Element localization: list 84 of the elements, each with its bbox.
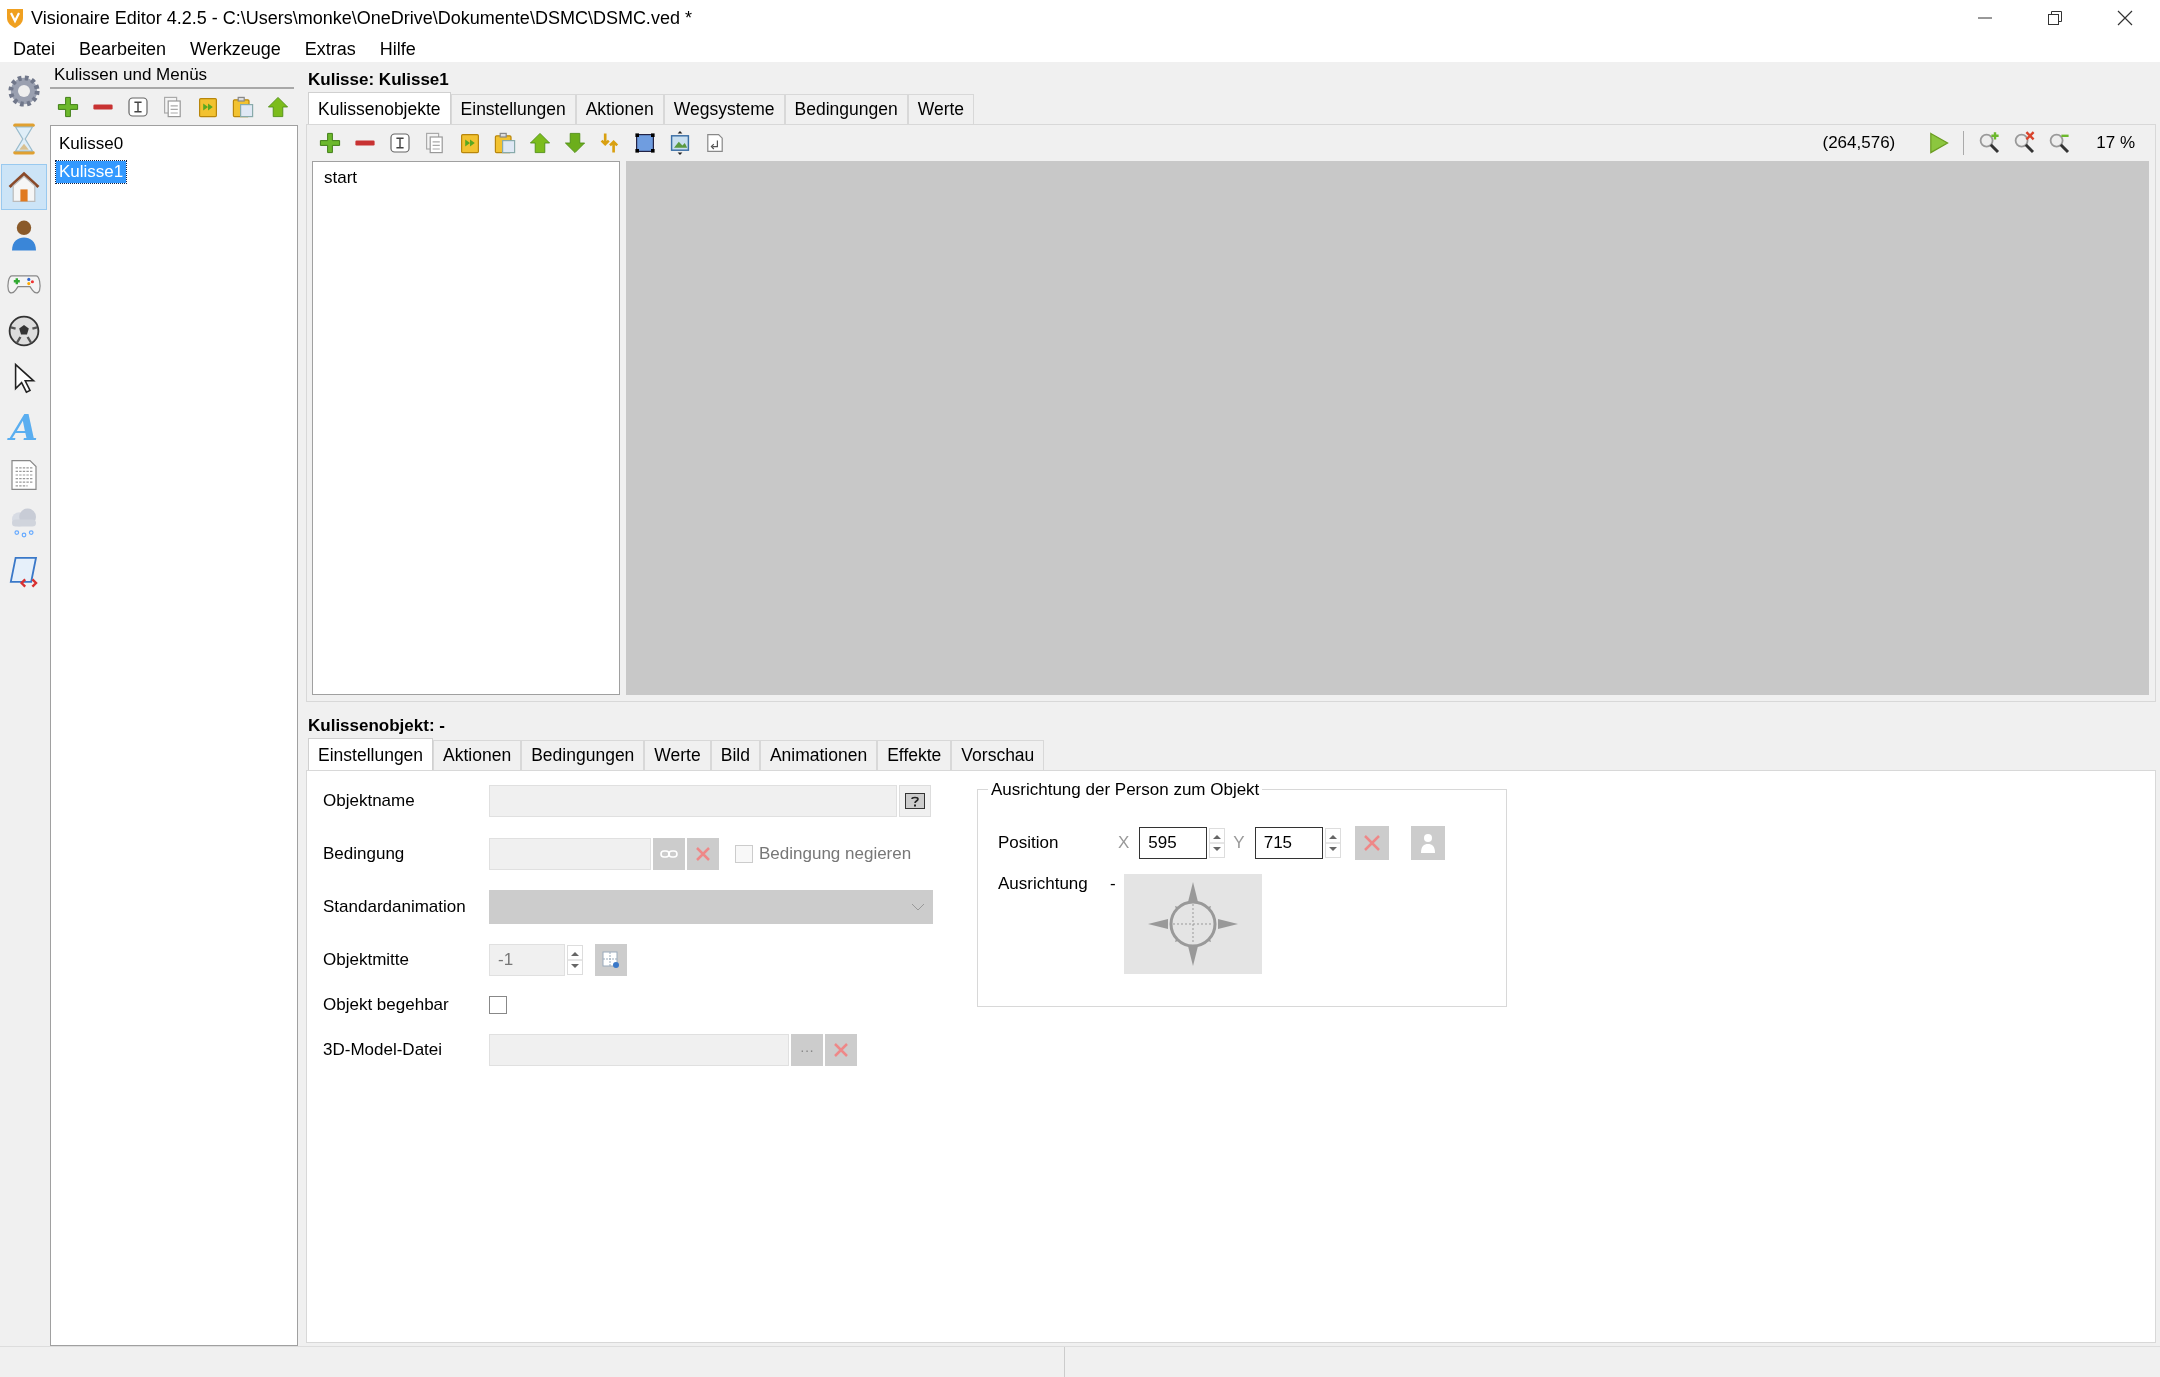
pick-point-button[interactable] [595, 944, 627, 976]
zoom-reset-icon[interactable] [2012, 131, 2037, 155]
zoom-out-icon[interactable] [2047, 131, 2072, 155]
input-field[interactable] [489, 838, 651, 870]
compass-icon[interactable] [1124, 874, 1262, 974]
field-label: Position [998, 833, 1060, 853]
menu-item[interactable]: Hilfe [370, 38, 425, 60]
number-field[interactable]: -1 [489, 944, 565, 976]
section-title: Kulisse: Kulisse1 [307, 69, 450, 91]
framed-picture-icon[interactable] [668, 131, 692, 155]
chevron-down-icon [911, 902, 925, 912]
tab[interactable]: Kulissenobjekte [308, 92, 451, 124]
window-title: Visionaire Editor 4.2.5 - C:\Users\monke\OneDrive\Dokumente\DSMC\DSMC.ved * [31, 7, 693, 29]
tab[interactable]: Werte [907, 94, 975, 124]
add-icon[interactable] [318, 131, 342, 155]
tab[interactable]: Vorschau [951, 740, 1045, 770]
play-document-icon[interactable] [196, 95, 220, 119]
tab[interactable]: Aktionen [433, 740, 522, 770]
link-button[interactable] [653, 838, 685, 870]
field-label: Objektmitte [322, 950, 410, 970]
tab[interactable]: Effekte [877, 740, 952, 770]
field-label: 3D-Model-Datei [322, 1040, 444, 1060]
person-button[interactable] [1410, 826, 1445, 860]
panel-title: Kulissen und Menüs [50, 62, 294, 89]
input-field[interactable] [489, 785, 897, 817]
menu-item[interactable]: Extras [295, 38, 365, 60]
rename-icon[interactable] [126, 95, 150, 119]
number-field[interactable]: 595 [1139, 827, 1208, 859]
close-icon [833, 1042, 849, 1058]
clear-button[interactable] [1354, 826, 1389, 860]
field-label: Objekt begehbar [322, 995, 450, 1015]
tab[interactable]: Werte [644, 740, 711, 770]
field-label: Objektname [322, 791, 416, 811]
number-field[interactable]: 715 [1254, 827, 1323, 859]
clear-button[interactable] [825, 1034, 857, 1066]
menu-item[interactable]: Bearbeiten [70, 38, 176, 60]
field-label: Bedingung [322, 844, 406, 864]
tab[interactable]: Bedingungen [521, 740, 645, 770]
input-field[interactable] [489, 1034, 789, 1066]
tab[interactable]: Einstellungen [308, 738, 434, 770]
tab[interactable]: Einstellungen [450, 94, 576, 124]
rename-icon[interactable] [388, 131, 412, 155]
tab[interactable]: Bedingungen [784, 94, 908, 124]
zoom-in-icon[interactable] [1977, 131, 2002, 155]
house-icon[interactable] [1, 164, 47, 210]
app-logo-icon [5, 7, 25, 29]
question-mark-icon [905, 793, 925, 809]
play-document-icon[interactable] [458, 131, 482, 155]
coordinates-readout: (264,576) [1822, 133, 1896, 153]
checkbox-label: Bedingung negieren [759, 844, 912, 864]
clear-button[interactable] [687, 838, 719, 870]
field-label: Standardanimation [322, 897, 467, 917]
tab[interactable]: Wegsysteme [663, 94, 785, 124]
selection-square-icon[interactable] [633, 131, 657, 155]
close-icon [1362, 834, 1381, 852]
axis-label: X [1118, 833, 1130, 853]
help-button[interactable] [899, 785, 931, 817]
list-item[interactable]: Kulisse0 [56, 133, 127, 155]
close-icon [695, 846, 711, 862]
grid-point-icon [601, 950, 621, 970]
person-icon [1418, 832, 1437, 854]
paste-icon[interactable] [493, 131, 517, 155]
checkbox[interactable] [489, 996, 507, 1014]
paste-icon[interactable] [231, 95, 255, 119]
zoom-level: 17 % [2096, 133, 2135, 153]
orientation-value: - [1110, 874, 1117, 894]
tab[interactable]: Animationen [759, 740, 878, 770]
spin-buttons[interactable] [1324, 828, 1341, 858]
axis-label: Y [1233, 833, 1245, 853]
section-title: Kulissenobjekt: - [307, 715, 446, 737]
spin-buttons[interactable] [1209, 828, 1226, 858]
menu-item[interactable]: Werkzeuge [181, 38, 290, 60]
tab[interactable]: Aktionen [575, 94, 664, 124]
chain-link-icon [660, 848, 678, 860]
tab[interactable]: Bild [710, 740, 760, 770]
list-item[interactable]: start [321, 167, 361, 188]
up-arrow-icon[interactable] [528, 131, 552, 155]
spin-buttons[interactable] [567, 945, 583, 975]
menu-item[interactable]: Datei [4, 38, 65, 60]
down-arrow-icon[interactable] [563, 131, 587, 155]
up-arrow-icon[interactable] [266, 95, 290, 119]
add-icon[interactable] [56, 95, 80, 119]
group-title: Ausrichtung der Person zum Objekt [988, 780, 1263, 800]
field-label: Ausrichtung [998, 874, 1089, 894]
